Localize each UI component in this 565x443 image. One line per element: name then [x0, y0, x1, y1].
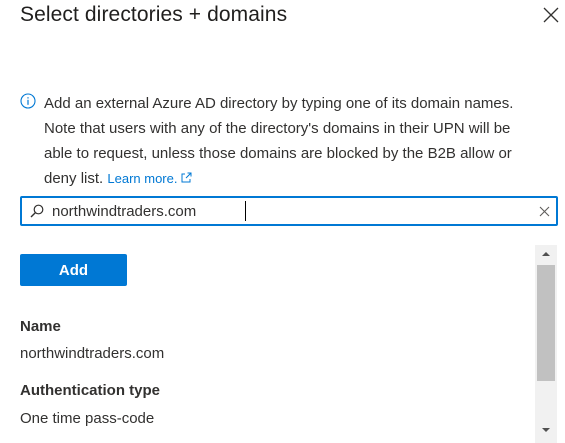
domain-search-input[interactable]	[52, 200, 522, 222]
select-directories-panel: Select directories + domains Add an exte…	[0, 0, 565, 443]
scroll-down-icon[interactable]	[535, 421, 557, 439]
add-button[interactable]: Add	[20, 254, 127, 286]
authentication-type-label: Authentication type	[20, 382, 161, 399]
external-link-icon	[181, 172, 192, 183]
clear-icon[interactable]	[539, 206, 550, 217]
scroll-up-icon[interactable]	[535, 245, 557, 263]
info-message: Add an external Azure AD directory by ty…	[20, 91, 540, 191]
info-icon	[20, 93, 36, 109]
vertical-scrollbar[interactable]	[535, 245, 557, 443]
search-icon	[30, 204, 44, 218]
name-label: Name	[20, 318, 61, 335]
panel-title: Select directories + domains	[20, 3, 288, 26]
domain-search-box[interactable]	[20, 196, 558, 226]
learn-more-link[interactable]: Learn more.	[107, 171, 192, 186]
text-caret	[245, 201, 246, 221]
close-icon[interactable]	[541, 5, 561, 25]
authentication-type-value: One time pass-code	[20, 410, 155, 427]
learn-more-label: Learn more.	[107, 171, 178, 186]
scroll-thumb[interactable]	[537, 265, 555, 381]
info-text-block: Add an external Azure AD directory by ty…	[44, 91, 540, 191]
name-value: northwindtraders.com	[20, 345, 165, 362]
